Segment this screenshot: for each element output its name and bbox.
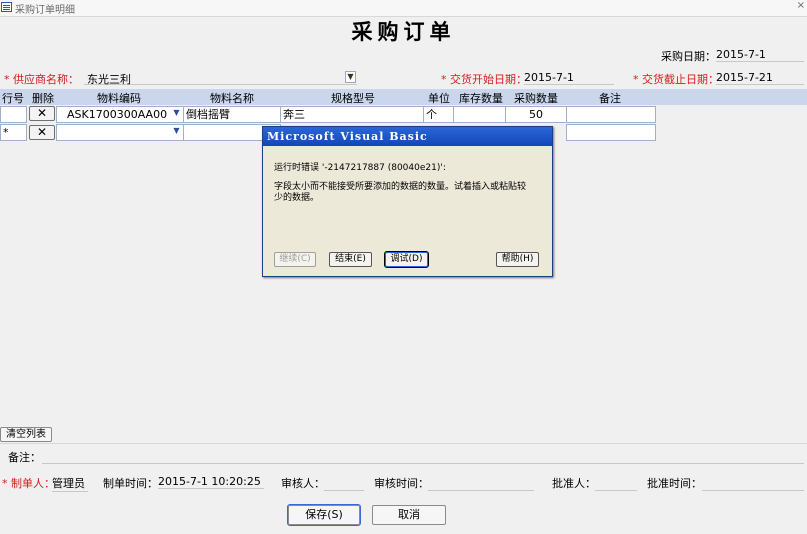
window-titlebar: 采购订单明细 ×: [0, 0, 807, 17]
material-name-cell[interactable]: 倒档摇臂: [183, 106, 281, 123]
delete-row-button[interactable]: ✕: [29, 106, 55, 121]
created-time-label: 制单时间：: [103, 477, 158, 490]
remark-field[interactable]: [42, 449, 804, 464]
col-unit: 单位: [428, 92, 450, 105]
spec-cell[interactable]: 奔三: [280, 106, 424, 123]
delivery-end-field[interactable]: 2015-7-21: [716, 71, 804, 85]
row-no-cell: *: [0, 124, 27, 141]
supplier-combobox[interactable]: 东光三利 ▼: [84, 69, 357, 86]
dialog-error-line: 运行时错误 '-2147217887 (80040e21)':: [274, 163, 446, 173]
end-button[interactable]: 结束(E): [329, 252, 372, 267]
purchase-date-label: 采购日期：: [661, 50, 716, 63]
approve-time-label: 批准时间：: [647, 477, 702, 490]
form-title: 采购订单: [351, 19, 456, 44]
vb-error-dialog: Microsoft Visual Basic 运行时错误 '-214721788…: [262, 126, 553, 277]
approver-field[interactable]: [595, 476, 637, 491]
purchase-qty-cell[interactable]: 50: [505, 106, 567, 123]
col-material-name: 物料名称: [210, 92, 254, 105]
col-delete: 删除: [32, 92, 54, 105]
col-spec: 规格型号: [331, 92, 375, 105]
help-button[interactable]: 帮助(H): [496, 252, 539, 267]
window-title: 采购订单明细: [15, 5, 75, 16]
col-row-no: 行号: [2, 92, 24, 105]
material-code-cell[interactable]: [56, 124, 184, 141]
chevron-down-icon[interactable]: ▼: [345, 71, 356, 83]
continue-button[interactable]: 继续(C): [274, 252, 316, 267]
row-no-cell: [0, 106, 27, 123]
delete-row-button[interactable]: ✕: [29, 125, 55, 140]
purchase-date-field[interactable]: 2015-7-1: [716, 48, 804, 62]
col-stock-qty: 库存数量: [459, 92, 503, 105]
form-icon: [1, 2, 12, 12]
close-icon[interactable]: ×: [797, 0, 805, 11]
footer-divider: [0, 443, 807, 444]
delivery-start-label: * 交货开始日期：: [441, 73, 527, 86]
dialog-title: Microsoft Visual Basic: [263, 127, 552, 146]
delivery-start-field[interactable]: 2015-7-1: [524, 71, 614, 85]
approve-time-field[interactable]: [702, 476, 804, 491]
col-remark: 备注: [599, 92, 621, 105]
creator-field[interactable]: 管理员: [52, 475, 88, 492]
clear-list-button[interactable]: 清空列表: [0, 427, 52, 442]
save-button[interactable]: 保存(S): [287, 504, 361, 526]
unit-cell[interactable]: 个: [423, 106, 454, 123]
col-purchase-qty: 采购数量: [514, 92, 558, 105]
supplier-label: * 供应商名称：: [4, 73, 79, 86]
remark-label: 备注：: [8, 451, 41, 464]
col-material-code: 物料编码: [97, 92, 141, 105]
supplier-value: 东光三利: [87, 73, 131, 86]
remark-cell[interactable]: [566, 106, 656, 123]
creator-label: * 制单人：: [2, 477, 55, 490]
grid-header: 行号 删除 物料编码 物料名称 规格型号 单位 库存数量 采购数量 备注: [0, 89, 807, 105]
approver-label: 批准人：: [552, 477, 596, 490]
delivery-end-label: * 交货截止日期：: [633, 73, 719, 86]
reviewer-field[interactable]: [324, 476, 364, 491]
material-code-cell[interactable]: ASK1700300AA00: [56, 106, 184, 123]
remark-cell[interactable]: [566, 124, 656, 141]
stock-qty-cell: [453, 106, 506, 123]
review-time-label: 审核时间：: [374, 477, 429, 490]
chevron-down-icon[interactable]: ▼: [171, 126, 182, 138]
debug-button[interactable]: 调试(D): [384, 251, 429, 268]
created-time-field[interactable]: 2015-7-1 10:20:25: [158, 475, 264, 489]
dialog-message-line2: 少的数据。: [274, 193, 320, 203]
chevron-down-icon[interactable]: ▼: [171, 108, 182, 120]
reviewer-label: 审核人：: [281, 477, 325, 490]
review-time-field[interactable]: [428, 476, 534, 491]
cancel-button[interactable]: 取消: [372, 505, 446, 525]
